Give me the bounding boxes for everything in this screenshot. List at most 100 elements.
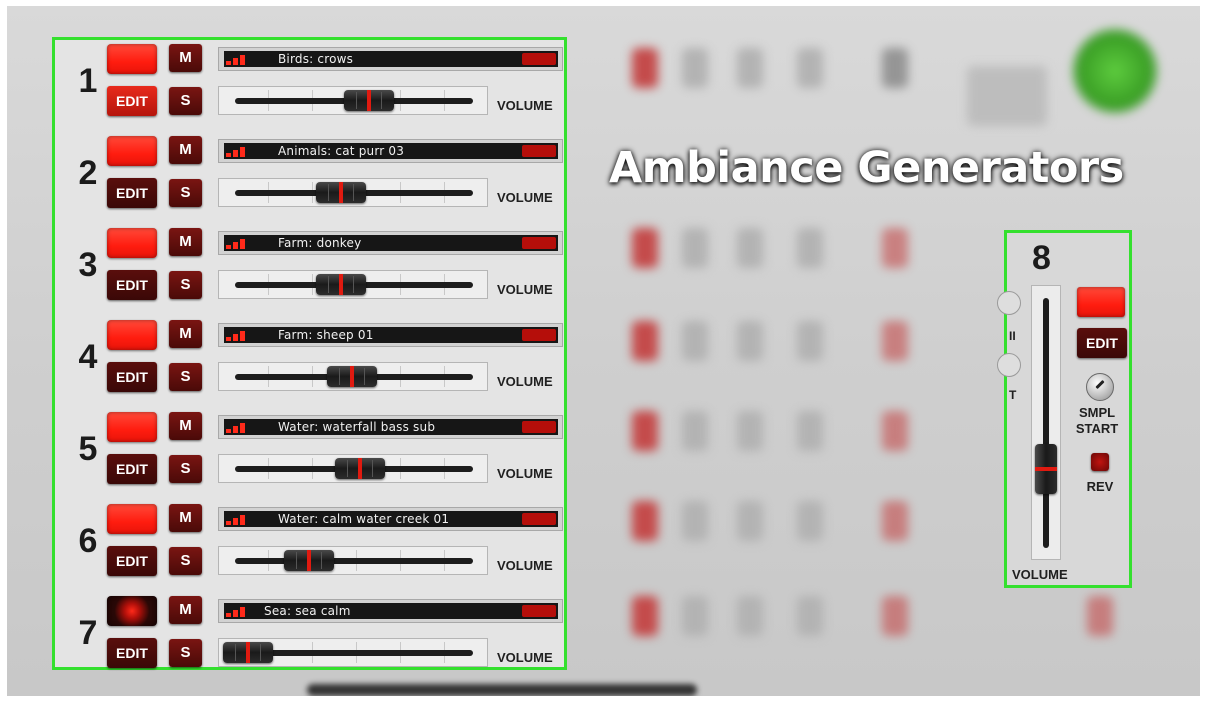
prev-sample-icon[interactable]	[226, 513, 258, 525]
next-sample-icon[interactable]	[522, 329, 556, 341]
track-active-led[interactable]	[107, 596, 157, 626]
volume-slider[interactable]	[218, 270, 488, 299]
track-active-led[interactable]	[107, 412, 157, 442]
solo-button[interactable]: S	[169, 363, 202, 391]
sample-name: Birds: crows	[278, 52, 354, 66]
track-number: 7	[78, 614, 98, 652]
sample-display: Water: calm water creek 01	[224, 511, 558, 527]
track-active-led[interactable]	[107, 136, 157, 166]
next-sample-icon[interactable]	[522, 605, 556, 617]
edit-button[interactable]: EDIT	[107, 270, 157, 300]
track-row-6: 6 EDIT M S Water: calm water creek 01 VO…	[55, 502, 564, 593]
sample-display: Water: waterfall bass sub	[224, 419, 558, 435]
edit-button[interactable]: EDIT	[107, 638, 157, 668]
reverse-button[interactable]	[1091, 453, 1109, 471]
next-sample-icon[interactable]	[522, 421, 556, 433]
sample-selector[interactable]: Water: calm water creek 01	[218, 507, 563, 531]
sample-selector[interactable]: Animals: cat purr 03	[218, 139, 563, 163]
edit-button[interactable]: EDIT	[107, 178, 157, 208]
track-active-led[interactable]	[107, 504, 157, 534]
prev-sample-icon[interactable]	[226, 605, 258, 617]
prev-sample-icon[interactable]	[226, 53, 258, 65]
sample-selector[interactable]: Farm: sheep 01	[218, 323, 563, 347]
volume-slider[interactable]	[218, 638, 488, 667]
track-active-led[interactable]	[107, 320, 157, 350]
volume-fader[interactable]	[1031, 285, 1061, 560]
edit-button[interactable]: EDIT	[107, 454, 157, 484]
track-active-led[interactable]	[107, 228, 157, 258]
bg-decor	[882, 596, 908, 636]
sample-display: Animals: cat purr 03	[224, 143, 558, 159]
mute-button[interactable]: M	[169, 228, 202, 256]
sample-selector[interactable]: Sea: sea calm	[218, 599, 563, 623]
volume-label: VOLUME	[497, 650, 553, 665]
slider-thumb[interactable]	[223, 642, 273, 663]
track-row-3: 3 EDIT M S Farm: donkey VOLUME	[55, 226, 564, 317]
track-number: 4	[78, 338, 98, 376]
next-sample-icon[interactable]	[522, 513, 556, 525]
sample-start-knob-icon[interactable]	[1086, 373, 1114, 401]
track-number: 1	[78, 62, 98, 100]
track-row-7: 7 EDIT M S Sea: sea calm VOLUME	[55, 594, 564, 685]
bg-decor	[797, 321, 823, 361]
partial-label: T	[1009, 388, 1017, 402]
track-row-2: 2 EDIT M S Animals: cat purr 03 VOLUME	[55, 134, 564, 225]
start-label: START	[1075, 421, 1119, 436]
edit-button[interactable]: EDIT	[1077, 328, 1127, 358]
volume-label: VOLUME	[497, 558, 553, 573]
slider-thumb[interactable]	[335, 458, 386, 479]
mute-button[interactable]: M	[169, 320, 202, 348]
bg-decor	[632, 411, 658, 451]
solo-button[interactable]: S	[169, 271, 202, 299]
volume-label: VOLUME	[497, 98, 553, 113]
mute-button[interactable]: M	[169, 504, 202, 532]
sample-selector[interactable]: Farm: donkey	[218, 231, 563, 255]
sample-selector[interactable]: Water: waterfall bass sub	[218, 415, 563, 439]
mute-button[interactable]: M	[169, 136, 202, 164]
track-active-led[interactable]	[107, 44, 157, 74]
solo-button[interactable]: S	[169, 455, 202, 483]
prev-sample-icon[interactable]	[226, 421, 258, 433]
next-sample-icon[interactable]	[522, 237, 556, 249]
sample-name: Water: calm water creek 01	[278, 512, 450, 526]
mute-button[interactable]: M	[169, 412, 202, 440]
volume-slider[interactable]	[218, 454, 488, 483]
partial-knob-icon	[997, 291, 1021, 315]
prev-sample-icon[interactable]	[226, 145, 258, 157]
edit-button[interactable]: EDIT	[107, 546, 157, 576]
bg-decor	[682, 228, 708, 268]
slider-thumb[interactable]	[343, 90, 394, 111]
volume-slider[interactable]	[218, 178, 488, 207]
solo-button[interactable]: S	[169, 179, 202, 207]
sample-start-label: SMPL START	[1067, 405, 1127, 437]
slider-thumb[interactable]	[316, 182, 367, 203]
bg-decor	[682, 321, 708, 361]
mute-button[interactable]: M	[169, 596, 202, 624]
next-sample-icon[interactable]	[522, 53, 556, 65]
solo-button[interactable]: S	[169, 87, 202, 115]
edit-button[interactable]: EDIT	[107, 362, 157, 392]
bg-decor	[797, 501, 823, 541]
mute-button[interactable]: M	[169, 44, 202, 72]
bg-decor	[682, 501, 708, 541]
solo-button[interactable]: S	[169, 639, 202, 667]
volume-slider[interactable]	[218, 546, 488, 575]
volume-slider[interactable]	[218, 362, 488, 391]
edit-button[interactable]: EDIT	[107, 86, 157, 116]
solo-button[interactable]: S	[169, 547, 202, 575]
track-active-led[interactable]	[1077, 287, 1125, 317]
slider-thumb[interactable]	[326, 366, 377, 387]
sample-display: Birds: crows	[224, 51, 558, 67]
prev-sample-icon[interactable]	[226, 329, 258, 341]
volume-slider[interactable]	[218, 86, 488, 115]
logo-blur	[1070, 26, 1160, 116]
sample-selector[interactable]: Birds: crows	[218, 47, 563, 71]
slider-thumb[interactable]	[284, 550, 335, 571]
bg-decor	[882, 321, 908, 361]
next-sample-icon[interactable]	[522, 145, 556, 157]
fader-thumb[interactable]	[1035, 444, 1057, 495]
bg-decor	[632, 228, 658, 268]
track-row-1: 1 EDIT M S Birds: crows VOLUME	[55, 42, 564, 133]
prev-sample-icon[interactable]	[226, 237, 258, 249]
slider-thumb[interactable]	[316, 274, 367, 295]
